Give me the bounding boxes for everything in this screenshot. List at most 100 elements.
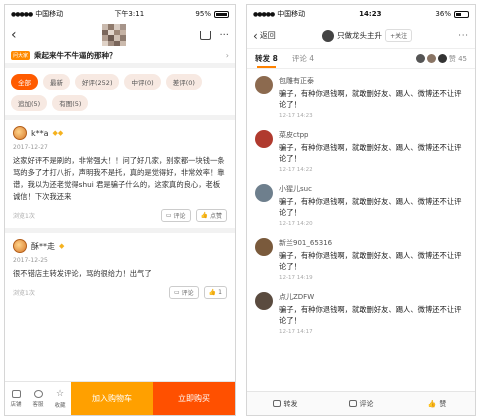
avatar[interactable] xyxy=(255,238,273,256)
repost-time: 12-17 14:19 xyxy=(279,275,313,281)
repost-user: 包雕有正泰 xyxy=(279,77,314,85)
repost-item[interactable]: 菜皮ctpp 骗子，有种你退钱啊，就敢删好友、踢人、微博还不让评论了！ 12-1… xyxy=(247,123,475,177)
signal-icon: ●●●●● xyxy=(253,10,275,18)
left-screenshot: ●●●●● 中国移动 下午3:11 95% ‹ ··· 问大家 乘起来牛不牛逼的那… xyxy=(4,4,236,416)
tab-bar: 转发 8 评论 4 赞 45 xyxy=(247,49,475,69)
like-button[interactable]: 👍 1 xyxy=(203,286,227,299)
question-text: 乘起来牛不牛逼的那种？ xyxy=(34,50,117,60)
repost-text: 骗子，有种你退钱啊，就敢删好友、踢人、微博还不让评论了！ xyxy=(279,197,462,217)
review-item: k**a ◆◆ 2017-12-27 这家好评不是刷的，非常强大！！问了好几家，… xyxy=(5,120,235,233)
comment-button[interactable]: ▭ 评论 xyxy=(169,286,199,299)
back-button[interactable]: ‹ 返回 xyxy=(253,29,276,43)
repost-time: 12-17 14:17 xyxy=(279,329,313,335)
star-icon: ☆ xyxy=(55,388,65,399)
battery-percent: 36% xyxy=(435,10,451,18)
repost-text: 骗子，有种你退钱啊，就敢删好友、踢人、微博还不让评论了！ xyxy=(279,251,462,271)
header: ‹ ··· xyxy=(5,23,235,47)
battery-icon xyxy=(453,10,469,18)
repost-user: 点儿ZDFW xyxy=(279,293,315,301)
filter-neutral[interactable]: 中评(0) xyxy=(124,74,161,90)
vip-diamond-icon: ◆◆ xyxy=(52,129,64,137)
filter-all[interactable]: 全部 xyxy=(11,74,38,90)
avatar[interactable] xyxy=(255,184,273,202)
repost-item[interactable]: 点儿ZDFW 骗子，有种你退钱啊，就敢删好友、踢人、微博还不让评论了！ 12-1… xyxy=(247,285,475,339)
shop-icon xyxy=(11,389,21,398)
view-count: 浏览1次 xyxy=(13,290,35,297)
repost-item[interactable]: 新兰901_65316 骗子，有种你退钱啊，就敢删好友、踢人、微博还不让评论了！… xyxy=(247,231,475,285)
reviewer-name: 酥**走 xyxy=(31,241,55,251)
comment-icon: ▭ xyxy=(174,289,180,296)
add-to-cart-button[interactable]: 加入购物车 xyxy=(71,382,153,415)
account-name: 只做龙头主升 xyxy=(337,31,383,40)
filter-latest[interactable]: 最新 xyxy=(43,74,70,90)
avatar[interactable] xyxy=(13,126,27,140)
carrier-label: 中国移动 xyxy=(277,10,306,18)
liker-avatar xyxy=(437,54,447,63)
review-text: 这家好评不是刷的，非常强大！！问了好几家，别家都一块钱一条骂的多了才打八折，声明… xyxy=(13,156,225,201)
more-icon[interactable]: ··· xyxy=(219,30,229,41)
avatar[interactable] xyxy=(255,292,273,310)
buy-now-button[interactable]: 立即购买 xyxy=(153,382,235,415)
comment-icon xyxy=(348,400,357,407)
favorite-button[interactable]: ☆ 收藏 xyxy=(49,382,71,415)
status-bar: ●●●●● 中国移动 下午3:11 95% xyxy=(5,5,235,23)
repost-user: 小猩儿suc xyxy=(279,185,312,193)
review-date: 2017-12-25 xyxy=(13,257,48,264)
like-summary[interactable]: 赞 45 xyxy=(415,54,467,64)
back-icon[interactable]: ‹ xyxy=(11,27,27,43)
like-button[interactable]: 👍 点赞 xyxy=(195,209,227,222)
chevron-right-icon: › xyxy=(225,50,229,60)
filter-append[interactable]: 追加(5) xyxy=(11,95,48,111)
tab-comment[interactable]: 评论 4 xyxy=(292,49,314,68)
shop-button[interactable]: 店铺 xyxy=(5,382,27,415)
repost-button[interactable]: 转发 xyxy=(247,392,323,415)
avatar[interactable] xyxy=(255,76,273,94)
comment-button[interactable]: 评论 xyxy=(323,392,399,415)
repost-time: 12-17 14:22 xyxy=(279,167,313,173)
view-count: 浏览1次 xyxy=(13,213,35,220)
ask-tag: 问大家 xyxy=(11,50,31,60)
clock: 下午3:11 xyxy=(114,10,145,18)
repost-text: 骗子，有种你退钱啊，就敢删好友、踢人、微博还不让评论了！ xyxy=(279,143,462,163)
more-icon[interactable]: ··· xyxy=(458,31,469,40)
question-row[interactable]: 问大家 乘起来牛不牛逼的那种？ › xyxy=(5,47,235,63)
signal-icon: ●●●●● xyxy=(11,10,33,18)
review-date: 2017-12-27 xyxy=(13,144,48,151)
repost-item[interactable]: 包雕有正泰 骗子，有种你退钱啊，就敢删好友、踢人、微博还不让评论了！ 12-17… xyxy=(247,69,475,123)
avatar[interactable] xyxy=(255,130,273,148)
clock: 14:23 xyxy=(359,10,382,18)
repost-time: 12-17 14:20 xyxy=(279,221,313,227)
review-text: 很不错店主转发评论，骂的很给力！出气了 xyxy=(13,269,152,278)
tab-repost[interactable]: 转发 8 xyxy=(255,49,278,68)
service-button[interactable]: 客服 xyxy=(27,382,49,415)
status-bar: ●●●●● 中国移动 14:23 36% xyxy=(247,5,475,23)
repost-time: 12-17 14:23 xyxy=(279,113,313,119)
tab-like: 赞 45 xyxy=(448,54,467,63)
battery-icon xyxy=(213,10,229,18)
vip-diamond-icon: ◆ xyxy=(59,242,65,250)
header: ‹ 返回 只做龙头主升 +关注 ··· xyxy=(247,23,475,49)
blurred-avatar xyxy=(101,24,126,46)
like-button[interactable]: 👍 赞 xyxy=(399,392,475,415)
cart-icon[interactable] xyxy=(200,30,212,40)
filter-good[interactable]: 好评(252) xyxy=(75,74,120,90)
filter-with-pictures[interactable]: 有图(5) xyxy=(52,95,89,111)
filter-bad[interactable]: 差评(0) xyxy=(165,74,202,90)
repost-item[interactable]: 小猩儿suc 骗子，有种你退钱啊，就敢删好友、踢人、微博还不让评论了！ 12-1… xyxy=(247,177,475,231)
liker-avatar xyxy=(426,54,436,63)
chevron-left-icon: ‹ xyxy=(253,28,258,43)
comment-button[interactable]: ▭ 评论 xyxy=(160,209,191,222)
thumb-up-icon: 👍 xyxy=(200,212,208,219)
purchase-bar: 店铺 客服 ☆ 收藏 加入购物车 立即购买 xyxy=(5,381,235,415)
repost-user: 菜皮ctpp xyxy=(279,131,309,139)
avatar[interactable] xyxy=(13,239,27,253)
action-bar: 转发 评论 👍 赞 xyxy=(247,391,475,415)
comment-icon: ▭ xyxy=(165,212,172,219)
battery-percent: 95% xyxy=(195,10,211,18)
reviewer-name: k**a xyxy=(31,128,49,138)
thumb-up-icon: 👍 xyxy=(427,399,437,408)
account-avatar[interactable] xyxy=(322,29,335,42)
carrier-label: 中国移动 xyxy=(35,10,64,18)
repost-user: 新兰901_65316 xyxy=(279,239,333,247)
follow-button[interactable]: +关注 xyxy=(385,29,413,42)
